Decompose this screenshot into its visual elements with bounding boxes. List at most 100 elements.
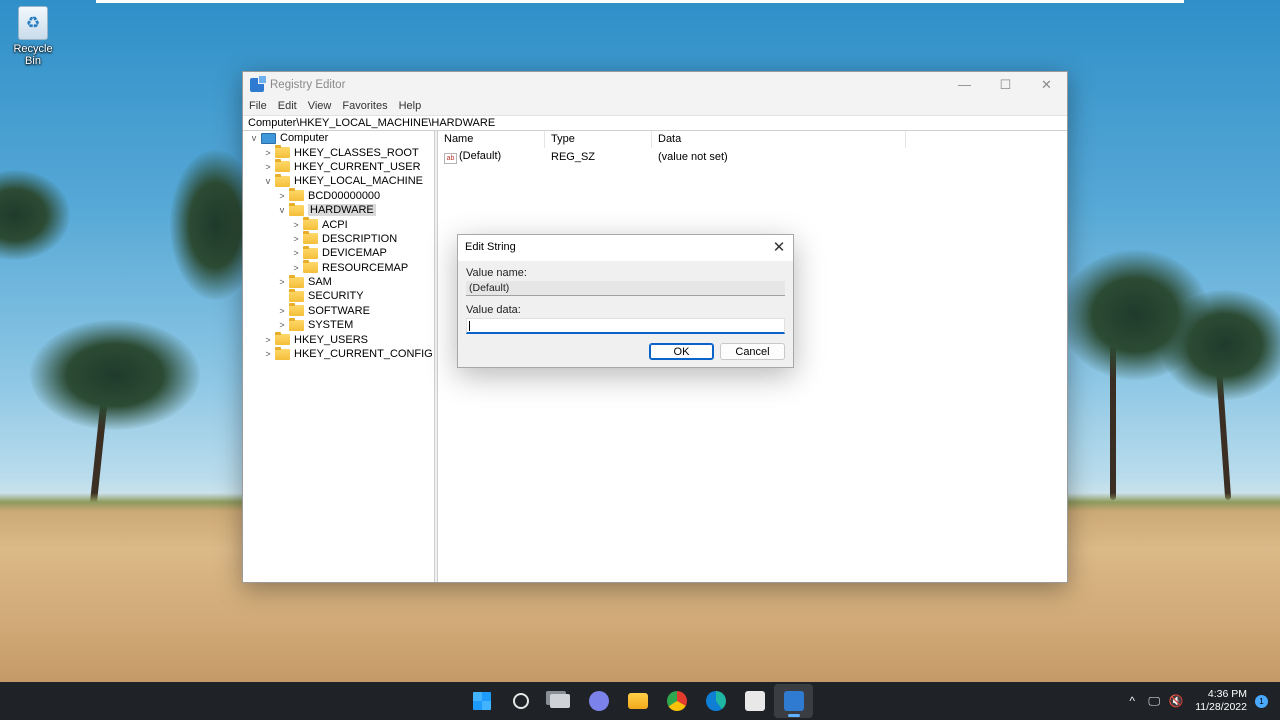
address-bar[interactable]: Computer\HKEY_LOCAL_MACHINE\HARDWARE bbox=[243, 115, 1067, 131]
computer-icon bbox=[261, 132, 276, 144]
file-explorer-button[interactable] bbox=[618, 682, 657, 720]
chevron-down-icon[interactable]: v bbox=[247, 133, 261, 143]
menu-view[interactable]: View bbox=[308, 100, 332, 112]
chevron-right-icon[interactable]: > bbox=[275, 191, 289, 201]
tree-item-label: RESOURCEMAP bbox=[322, 261, 409, 274]
tree-item-label: HKEY_CURRENT_CONFIG bbox=[294, 348, 433, 361]
tree-item-label: SOFTWARE bbox=[308, 304, 370, 317]
notification-badge[interactable]: 1 bbox=[1255, 694, 1268, 708]
folder-icon bbox=[303, 217, 318, 231]
chevron-right-icon[interactable]: > bbox=[275, 277, 289, 287]
key-tree: v Computer > HKEY_CLASSES_ROOT > HKEY_CU… bbox=[243, 131, 435, 582]
task-view-button[interactable] bbox=[540, 682, 579, 720]
tree-item-hkey-classes-root[interactable]: > HKEY_CLASSES_ROOT bbox=[243, 145, 434, 159]
column-header-type[interactable]: Type bbox=[545, 130, 652, 148]
maximize-button[interactable]: ☐ bbox=[985, 72, 1026, 97]
ok-button[interactable]: OK bbox=[649, 343, 714, 360]
menu-help[interactable]: Help bbox=[399, 100, 422, 112]
desktop-icon-recycle-bin[interactable]: ♻ Recycle Bin bbox=[4, 6, 62, 67]
chevron-down-icon[interactable]: v bbox=[261, 176, 275, 186]
chevron-right-icon[interactable]: > bbox=[275, 320, 289, 330]
tree-item-label: Computer bbox=[280, 132, 329, 145]
tree-item-bcd00000000[interactable]: > BCD00000000 bbox=[243, 188, 434, 203]
chevron-right-icon[interactable]: > bbox=[261, 335, 275, 345]
minimize-button[interactable]: — bbox=[944, 72, 985, 97]
folder-icon bbox=[275, 332, 290, 346]
chevron-right-icon[interactable]: > bbox=[261, 349, 275, 359]
tree-item-software[interactable]: > SOFTWARE bbox=[243, 303, 434, 318]
chevron-up-icon[interactable]: ^ bbox=[1121, 694, 1143, 708]
chevron-right-icon[interactable]: > bbox=[261, 148, 275, 158]
folder-icon bbox=[289, 202, 304, 216]
folder-icon bbox=[303, 231, 318, 245]
cancel-button[interactable]: Cancel bbox=[720, 343, 785, 360]
tree-item-system[interactable]: > SYSTEM bbox=[243, 317, 434, 332]
column-header-data[interactable]: Data bbox=[652, 130, 906, 148]
folder-icon bbox=[275, 173, 290, 187]
address-path: Computer\HKEY_LOCAL_MACHINE\HARDWARE bbox=[248, 117, 496, 129]
tree-item-hardware[interactable]: v HARDWARE bbox=[243, 202, 434, 217]
tree-item-description[interactable]: > DESCRIPTION bbox=[243, 231, 434, 246]
tree-item-sam[interactable]: > SAM bbox=[243, 274, 434, 289]
list-item[interactable]: ab (Default) REG_SZ (value not set) bbox=[438, 148, 1067, 166]
tree-item-label: HARDWARE bbox=[308, 204, 376, 217]
dialog-title-bar[interactable]: Edit String ✕ bbox=[458, 235, 793, 259]
tree-item-hkey-users[interactable]: > HKEY_USERS bbox=[243, 332, 434, 346]
value-name-text: (Default) bbox=[469, 282, 510, 294]
value-data-input[interactable] bbox=[466, 318, 785, 334]
edge-icon bbox=[705, 691, 726, 711]
tree-item-resourcemap[interactable]: > RESOURCEMAP bbox=[243, 260, 434, 275]
tree-item-label: HKEY_LOCAL_MACHINE bbox=[294, 175, 423, 188]
tree-item-label: ACPI bbox=[322, 218, 348, 231]
value-name-cell: ab (Default) bbox=[438, 150, 545, 164]
tree-item-devicemap[interactable]: > DEVICEMAP bbox=[243, 245, 434, 260]
menu-edit[interactable]: Edit bbox=[278, 100, 297, 112]
chevron-right-icon[interactable]: > bbox=[261, 162, 275, 172]
volume-muted-icon[interactable]: 🔇 bbox=[1165, 694, 1187, 708]
value-type-cell: REG_SZ bbox=[551, 151, 596, 163]
dialog-close-button[interactable]: ✕ bbox=[765, 238, 793, 256]
chevron-down-icon[interactable]: v bbox=[275, 205, 289, 215]
chevron-right-icon[interactable]: > bbox=[289, 263, 303, 273]
chrome-button[interactable] bbox=[657, 682, 696, 720]
chrome-icon bbox=[666, 691, 687, 711]
tree-item-security[interactable]: SECURITY bbox=[243, 288, 434, 303]
menu-bar: File Edit View Favorites Help bbox=[243, 97, 1067, 115]
tree-item-hkey-current-user[interactable]: > HKEY_CURRENT_USER bbox=[243, 159, 434, 174]
task-view-icon bbox=[549, 694, 570, 708]
folder-icon bbox=[275, 346, 290, 360]
folder-icon bbox=[289, 288, 304, 302]
menu-favorites[interactable]: Favorites bbox=[342, 100, 387, 112]
chevron-right-icon[interactable]: > bbox=[289, 248, 303, 258]
column-header-name[interactable]: Name bbox=[438, 130, 545, 148]
text-caret bbox=[469, 320, 470, 331]
title-bar[interactable]: Registry Editor — ☐ ✕ bbox=[243, 72, 1067, 97]
edge-button[interactable] bbox=[696, 682, 735, 720]
store-button[interactable] bbox=[735, 682, 774, 720]
chevron-right-icon[interactable]: > bbox=[289, 220, 303, 230]
palm-leaves bbox=[0, 170, 70, 260]
value-data-cell: (value not set) bbox=[658, 151, 728, 163]
search-button[interactable] bbox=[501, 682, 540, 720]
close-button[interactable]: ✕ bbox=[1026, 72, 1067, 97]
tree-item-hkey-current-config[interactable]: > HKEY_CURRENT_CONFIG bbox=[243, 346, 434, 361]
tree-item-acpi[interactable]: > ACPI bbox=[243, 217, 434, 231]
registry-editor-taskbar-button[interactable] bbox=[774, 684, 813, 718]
taskbar-apps bbox=[462, 682, 813, 720]
start-button[interactable] bbox=[462, 682, 501, 720]
start-icon bbox=[472, 692, 491, 710]
dialog-title: Edit String bbox=[465, 241, 516, 253]
chat-button[interactable] bbox=[579, 682, 618, 720]
chevron-right-icon[interactable]: > bbox=[289, 234, 303, 244]
clock[interactable]: 4:36 PM 11/28/2022 bbox=[1195, 688, 1247, 714]
file-explorer-icon bbox=[627, 693, 648, 709]
tree-item-label: DEVICEMAP bbox=[322, 247, 387, 260]
network-icon[interactable]: 🖵 bbox=[1143, 694, 1165, 709]
tree-item-label: BCD00000000 bbox=[308, 189, 381, 202]
tree-item-hkey-local-machine[interactable]: v HKEY_LOCAL_MACHINE bbox=[243, 173, 434, 188]
registry-editor-icon bbox=[783, 691, 804, 711]
menu-file[interactable]: File bbox=[249, 100, 267, 112]
chevron-right-icon[interactable]: > bbox=[275, 306, 289, 316]
top-window-edge bbox=[96, 0, 1184, 3]
tree-item-computer[interactable]: v Computer bbox=[243, 131, 434, 145]
